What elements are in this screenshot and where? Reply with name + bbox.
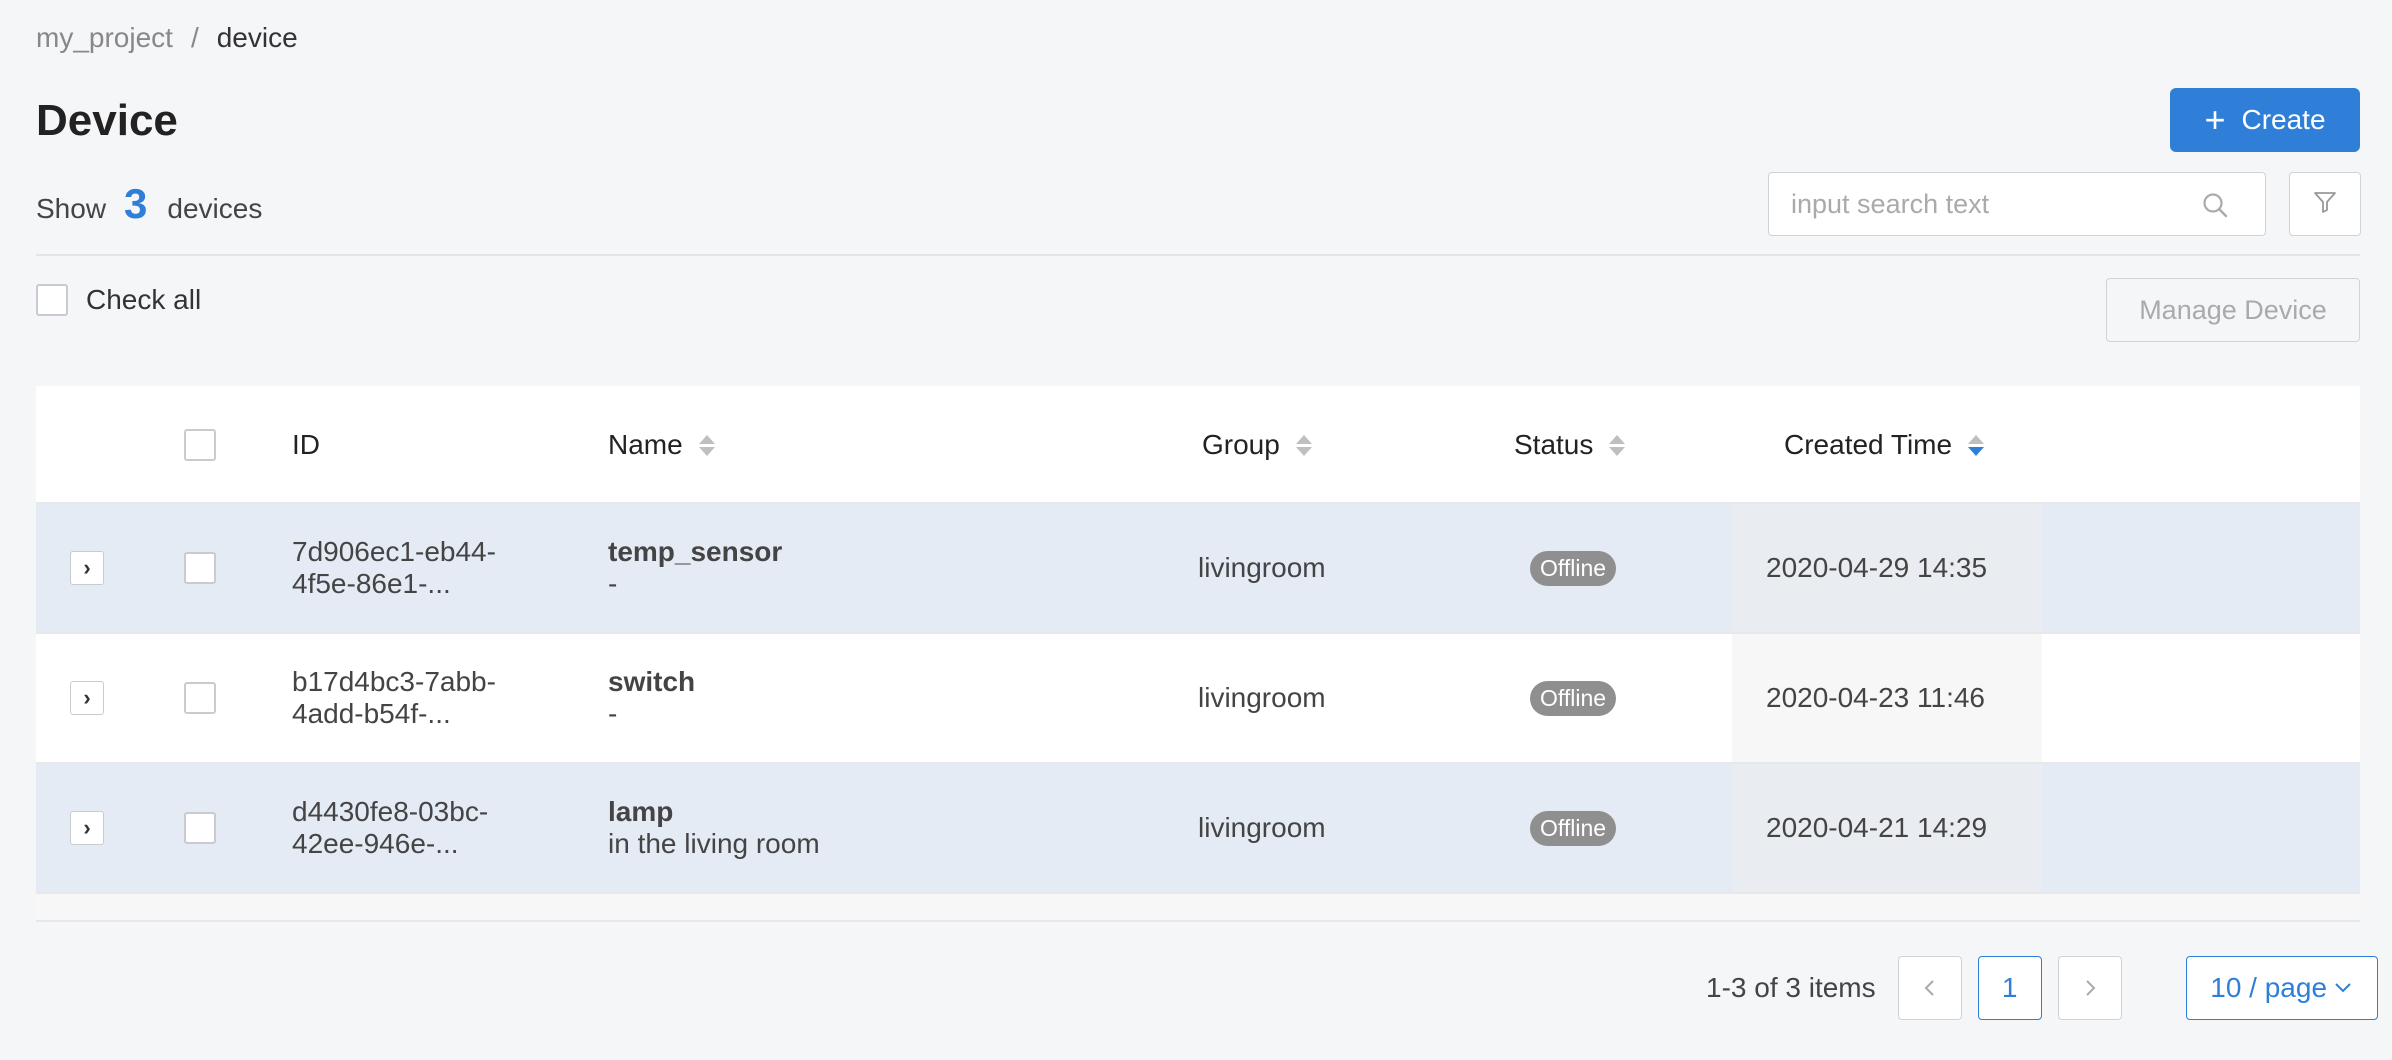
chevron-right-icon[interactable]: › — [70, 811, 104, 845]
pagination: 1-3 of 3 items 1 10 / page — [1706, 956, 2378, 1020]
chevron-right-icon[interactable]: › — [70, 681, 104, 715]
created-time: 2020-04-23 11:46 — [1766, 682, 1985, 713]
plus-icon: + — [2204, 99, 2226, 140]
prev-page-button[interactable] — [1897, 956, 1962, 1020]
breadcrumb-current: device — [216, 22, 298, 53]
search-input[interactable] — [1769, 173, 2189, 235]
count-suffix: devices — [167, 193, 263, 224]
device-group: livingroom — [1198, 682, 1326, 713]
status-badge: Offline — [1530, 550, 1617, 586]
device-group: livingroom — [1198, 552, 1326, 583]
column-header-id: ID — [292, 386, 320, 504]
expand-cell: › — [70, 504, 104, 632]
device-name-cell: lamp in the living room — [608, 764, 820, 892]
status-badge: Offline — [1530, 680, 1617, 716]
sort-icon[interactable] — [698, 434, 715, 456]
device-name[interactable]: lamp — [608, 796, 673, 828]
row-select-cell — [184, 634, 216, 762]
created-time: 2020-04-29 14:35 — [1766, 552, 1988, 583]
column-header-group[interactable]: Group — [1202, 386, 1312, 504]
device-count-summary: Show 3 devices — [36, 180, 262, 228]
column-created-label: Created Time — [1784, 429, 1953, 460]
status-cell: Offline — [1530, 634, 1617, 762]
count-prefix: Show — [36, 193, 107, 224]
check-all-label: Check all — [86, 284, 202, 315]
device-description: - — [608, 568, 618, 599]
device-id-line1: b17d4bc3-7abb- — [292, 666, 496, 697]
row-select-cell — [184, 504, 216, 632]
column-name-label: Name — [608, 429, 683, 460]
row-checkbox[interactable] — [184, 552, 216, 584]
status-badge: Offline — [1530, 810, 1617, 846]
device-name-cell: switch - — [608, 634, 695, 762]
header-divider — [36, 254, 2360, 256]
row-select-cell — [184, 764, 216, 892]
sort-icon[interactable] — [1295, 434, 1312, 456]
chevron-right-icon — [2085, 980, 2096, 996]
table-row[interactable]: › b17d4bc3-7abb- 4add-b54f-... switch - … — [36, 634, 2360, 764]
chevron-right-icon[interactable]: › — [70, 551, 104, 585]
next-page-button[interactable] — [2057, 956, 2122, 1020]
status-cell: Offline — [1530, 504, 1617, 632]
column-id-label: ID — [292, 429, 320, 460]
breadcrumb-separator: / — [190, 22, 199, 53]
create-button[interactable]: + Create — [2170, 88, 2360, 152]
check-all[interactable]: Check all — [36, 284, 201, 316]
page-size-value: 10 / page — [2210, 972, 2328, 1003]
row-checkbox[interactable] — [184, 812, 216, 844]
search-box — [1768, 172, 2266, 236]
device-description: in the living room — [608, 828, 820, 859]
column-header-created-time[interactable]: Created Time — [1784, 386, 1985, 504]
select-all-rows-checkbox[interactable] — [184, 429, 216, 461]
page-size-select[interactable]: 10 / page — [2185, 956, 2378, 1020]
device-group: livingroom — [1198, 812, 1326, 843]
table-header: ID Name Group Status Created Time — [36, 386, 2360, 504]
status-cell: Offline — [1530, 764, 1617, 892]
expand-cell: › — [70, 634, 104, 762]
select-all-rows-cell — [184, 386, 216, 504]
chevron-left-icon — [1924, 980, 1934, 996]
device-description: - — [608, 698, 618, 729]
table-row[interactable]: › 7d906ec1-eb44- 4f5e-86e1-... temp_sens… — [36, 504, 2360, 634]
check-all-checkbox[interactable] — [36, 284, 68, 316]
sort-icon[interactable] — [1609, 434, 1626, 456]
device-table: ID Name Group Status Created Time › 7d90… — [36, 386, 2360, 922]
filter-icon — [2312, 189, 2338, 220]
device-id: 7d906ec1-eb44- 4f5e-86e1-... — [292, 504, 532, 632]
filter-button[interactable] — [2289, 172, 2361, 236]
device-id: d4430fe8-03bc- 42ee-946e-... — [292, 764, 532, 892]
table-row[interactable]: › d4430fe8-03bc- 42ee-946e-... lamp in t… — [36, 764, 2360, 894]
sort-desc-icon[interactable] — [1968, 434, 1985, 456]
manage-device-button[interactable]: Manage Device — [2106, 278, 2360, 342]
column-header-status[interactable]: Status — [1514, 386, 1626, 504]
pagination-total: 1-3 of 3 items — [1706, 972, 1876, 1003]
device-count: 3 — [124, 180, 148, 227]
breadcrumb-project[interactable]: my_project — [36, 22, 173, 54]
device-id-line2: 4add-b54f-... — [292, 698, 451, 729]
create-button-label: Create — [2241, 104, 2326, 135]
device-id: b17d4bc3-7abb- 4add-b54f-... — [292, 634, 532, 762]
device-id-line2: 42ee-946e-... — [292, 828, 459, 859]
column-header-name[interactable]: Name — [608, 386, 715, 504]
search-icon[interactable] — [2201, 191, 2229, 224]
device-name-cell: temp_sensor - — [608, 504, 782, 632]
column-group-label: Group — [1202, 429, 1280, 460]
column-status-label: Status — [1514, 429, 1594, 460]
breadcrumb: my_project / device — [36, 22, 298, 54]
device-id-line1: 7d906ec1-eb44- — [292, 536, 496, 567]
chevron-down-icon — [2335, 983, 2351, 993]
row-checkbox[interactable] — [184, 682, 216, 714]
device-name[interactable]: temp_sensor — [608, 536, 782, 568]
device-name[interactable]: switch — [608, 666, 695, 698]
table-footer — [36, 894, 2360, 922]
page-title: Device — [36, 96, 178, 145]
device-id-line1: d4430fe8-03bc- — [292, 796, 489, 827]
created-time: 2020-04-21 14:29 — [1766, 812, 1988, 843]
expand-cell: › — [70, 764, 104, 892]
page-1-button[interactable]: 1 — [1977, 956, 2042, 1020]
device-id-line2: 4f5e-86e1-... — [292, 568, 451, 599]
